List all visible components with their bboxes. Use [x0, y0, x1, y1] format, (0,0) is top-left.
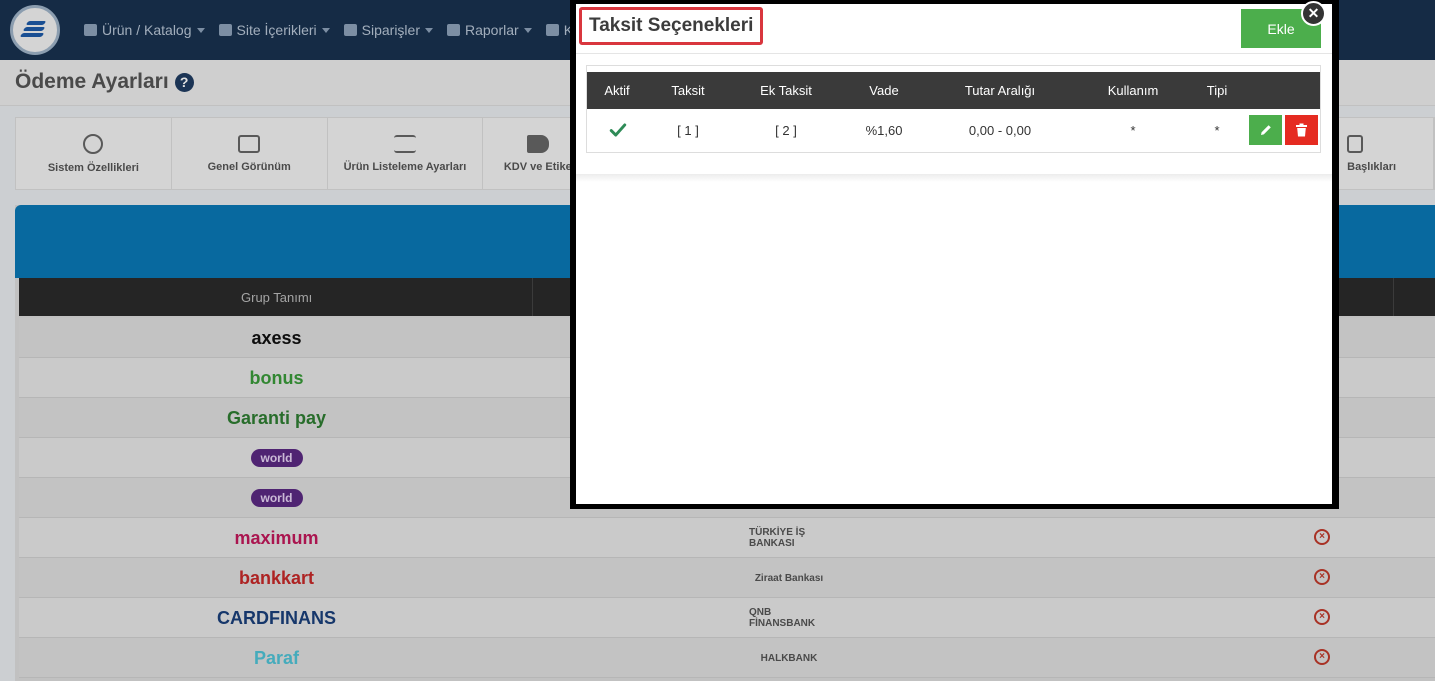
trash-icon: [1296, 123, 1307, 137]
table-row: [ 1 ] [ 2 ] %1,60 0,00 - 0,00 * *: [587, 109, 1320, 152]
cell-installment: [ 1 ]: [677, 123, 699, 138]
edit-button[interactable]: [1249, 115, 1282, 145]
column-header-amount-range: Tutar Aralığı: [964, 83, 1036, 98]
close-icon[interactable]: ✕: [1301, 1, 1326, 26]
pencil-icon: [1260, 125, 1271, 135]
cell-rate: %1,60: [865, 123, 903, 138]
modal-header: Taksit Seçenekleri Ekle ✕: [576, 1, 1332, 54]
check-icon: [609, 123, 627, 137]
modal-title: Taksit Seçenekleri: [579, 7, 764, 45]
installment-options-modal: Taksit Seçenekleri Ekle ✕ Aktif Taksit E…: [576, 1, 1332, 504]
column-header-installment: Taksit: [671, 83, 705, 98]
column-header-rate: Vade: [869, 83, 899, 98]
column-header-usage: Kullanım: [1107, 83, 1159, 98]
installment-table-header: Aktif Taksit Ek Taksit Vade Tutar Aralığ…: [587, 72, 1320, 109]
column-header-type: Tipi: [1206, 83, 1228, 98]
cell-amount-range: 0,00 - 0,00: [968, 123, 1032, 138]
cell-type: *: [1214, 123, 1220, 138]
modal-body-divider: [576, 174, 1332, 182]
installment-table: Aktif Taksit Ek Taksit Vade Tutar Aralığ…: [586, 65, 1321, 153]
column-header-active: Aktif: [604, 83, 630, 98]
delete-button[interactable]: [1285, 115, 1318, 145]
column-header-extra-installment: Ek Taksit: [760, 83, 812, 98]
cell-usage: *: [1130, 123, 1136, 138]
cell-extra-installment: [ 2 ]: [775, 123, 797, 138]
